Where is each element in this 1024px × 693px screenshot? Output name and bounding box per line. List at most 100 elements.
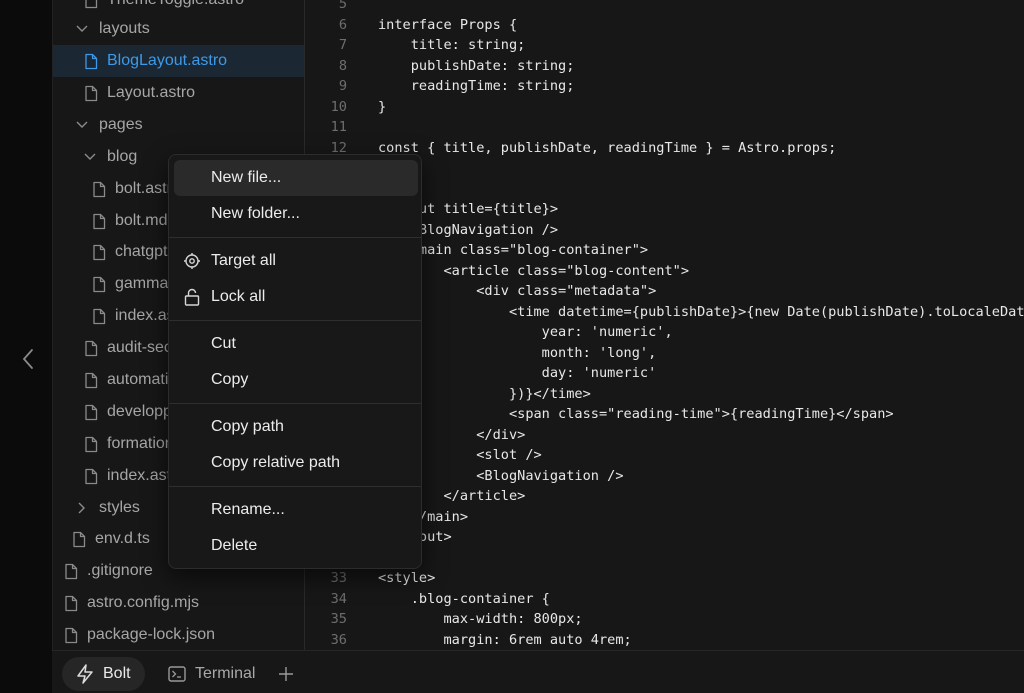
bolt-icon <box>76 664 94 684</box>
menu-separator <box>169 237 421 238</box>
file-icon <box>83 339 99 357</box>
menu-item-new-folder[interactable]: New folder... <box>174 196 418 232</box>
menu-item-delete[interactable]: Delete <box>174 528 418 564</box>
tree-item-label: pages <box>99 116 143 133</box>
line-number: 33 <box>330 570 347 586</box>
tree-item-label: gamma <box>115 275 169 292</box>
tree-item-label: formation <box>107 435 174 452</box>
tree-file[interactable]: Layout.astro <box>53 77 304 109</box>
code-line: 36 margin: 6rem auto 4rem; <box>305 630 1024 651</box>
collapse-sidebar-button[interactable] <box>14 344 42 374</box>
left-gutter <box>0 0 52 693</box>
file-icon <box>91 212 107 230</box>
file-icon <box>83 371 99 389</box>
line-number: 35 <box>330 611 347 627</box>
menu-item-new-file[interactable]: New file... <box>174 160 418 196</box>
tree-item-label: styles <box>99 499 140 516</box>
line-number: 34 <box>330 590 347 607</box>
menu-item-copy[interactable]: Copy <box>174 362 418 398</box>
file-icon <box>63 594 79 612</box>
code-text: } <box>378 98 387 115</box>
code-line: 8 publishDate: string; <box>305 56 1024 77</box>
file-icon <box>83 435 99 453</box>
menu-item-target-all[interactable]: Target all <box>174 243 418 279</box>
terminal-icon <box>168 666 186 682</box>
line-number: 11 <box>330 119 347 135</box>
tree-item-label: developp <box>107 403 172 420</box>
menu-item-label: Lock all <box>211 288 266 305</box>
menu-item-copy-path[interactable]: Copy path <box>174 409 418 445</box>
code-text: margin: 6rem auto 4rem; <box>378 631 632 648</box>
tree-item-label: BlogLayout.astro <box>107 52 228 69</box>
tree-item-label: chatgpt <box>115 243 168 260</box>
code-text: publishDate: string; <box>378 57 575 74</box>
tree-file[interactable]: package-lock.json <box>53 619 304 650</box>
menu-item-label: Copy relative path <box>211 454 340 471</box>
menu-item-label: Delete <box>211 537 258 554</box>
tree-item-label: ThemeToggle.astro <box>107 0 244 9</box>
tree-item-label: .gitignore <box>87 562 153 579</box>
line-number: 7 <box>338 37 347 53</box>
chevron-down-icon <box>75 118 89 132</box>
tree-item-label: layouts <box>99 20 150 37</box>
tree-item-label: automati <box>107 371 169 388</box>
line-number: 10 <box>330 98 347 115</box>
add-tab-button[interactable] <box>270 657 302 691</box>
code-line: 10} <box>305 97 1024 118</box>
code-line: 35 max-width: 800px; <box>305 609 1024 630</box>
tree-item-label: env.d.ts <box>95 530 150 547</box>
code-text: readingTime: string; <box>378 78 575 94</box>
tree-item-label: astro.config.mjs <box>87 594 200 611</box>
chevron-right-icon <box>75 501 89 515</box>
tree-item-label: audit-sec <box>107 339 172 356</box>
code-line: 7 title: string; <box>305 35 1024 56</box>
file-icon <box>83 84 99 102</box>
context-menu: New file... New folder... Target all Lock a… <box>168 154 422 569</box>
menu-separator <box>169 320 421 321</box>
menu-item-rename[interactable]: Rename... <box>174 492 418 528</box>
line-number: 9 <box>338 78 347 94</box>
target-icon <box>183 252 201 270</box>
menu-item-label: Target all <box>211 252 276 269</box>
code-text: <time datetime={publishDate}>{new Date(p… <box>508 303 1024 320</box>
file-icon <box>91 180 107 198</box>
menu-item-label: Cut <box>211 335 236 352</box>
tab-label: Terminal <box>195 665 256 682</box>
menu-item-lock-all[interactable]: Lock all <box>174 279 418 315</box>
tree-item-label: Layout.astro <box>107 84 196 101</box>
ide-window: ThemeToggle.astro layouts BlogLayout.astro… <box>0 0 1024 693</box>
tree-file[interactable]: BlogLayout.astro <box>53 45 304 77</box>
code-text: interface Props { <box>378 16 518 33</box>
code-line: 11 <box>305 117 1024 138</box>
code-text: .blog-container { <box>378 590 550 607</box>
menu-item-label: New folder... <box>211 205 300 222</box>
file-icon <box>83 467 99 485</box>
menu-item-label: New file... <box>211 169 282 186</box>
menu-separator <box>169 486 421 487</box>
tree-file[interactable]: astro.config.mjs <box>53 587 304 619</box>
tree-folder[interactable]: pages <box>53 109 304 141</box>
menu-item-cut[interactable]: Cut <box>174 326 418 362</box>
code-line: 5 <box>305 0 1024 15</box>
tab-label: Bolt <box>103 665 131 682</box>
code-text: <article class="blog-content"> <box>378 262 689 279</box>
code-text: title: string; <box>378 37 526 53</box>
chevron-down-icon <box>83 150 97 164</box>
tree-folder[interactable]: layouts <box>53 13 304 45</box>
chevron-left-icon <box>22 349 33 369</box>
code-line: 6 interface Props { <box>305 15 1024 36</box>
file-icon <box>71 530 87 548</box>
tab-terminal[interactable]: Terminal <box>154 657 269 691</box>
code-text: max-width: 800px; <box>378 611 583 627</box>
file-icon <box>91 307 107 325</box>
file-icon <box>63 562 79 580</box>
code-text: year: 'numeric', <box>378 324 673 340</box>
code-text: <style> <box>378 570 436 586</box>
chevron-down-icon <box>75 22 89 36</box>
code-text: const { title, publishDate, readingTime … <box>378 139 837 156</box>
file-icon <box>91 243 107 261</box>
tab-bolt[interactable]: Bolt <box>62 657 145 691</box>
menu-item-copy-relative-path[interactable]: Copy relative path <box>174 445 418 481</box>
line-number: 6 <box>338 16 347 33</box>
code-line: 9 readingTime: string; <box>305 76 1024 97</box>
